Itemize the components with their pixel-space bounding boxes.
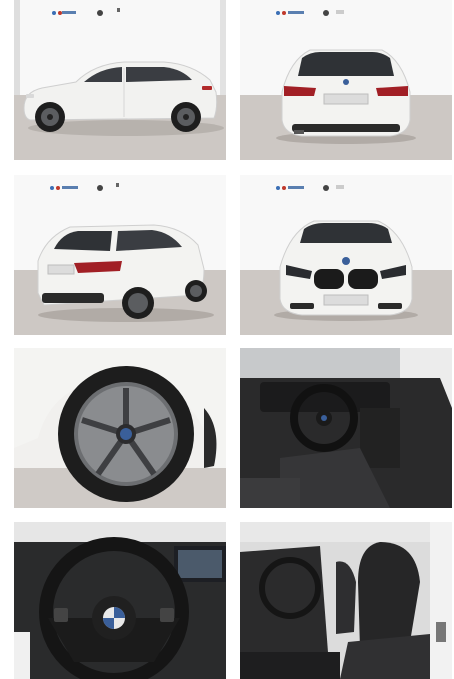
gallery-photo-steering-wheel[interactable] [14, 522, 226, 679]
gallery-photo-dashboard[interactable] [240, 348, 452, 508]
alloy-wheel-image [14, 348, 226, 508]
gallery-photo-front-view[interactable] [240, 175, 452, 335]
car-rear-image [240, 0, 452, 160]
car-front-image [240, 175, 452, 335]
gallery-photo-wheel[interactable] [14, 348, 226, 508]
steering-wheel-image [14, 522, 226, 679]
gallery-photo-rear-quarter-view[interactable] [14, 175, 226, 335]
front-seats-interior-image [240, 522, 452, 679]
photo-gallery [0, 0, 454, 679]
gallery-photo-front-seats[interactable] [240, 522, 452, 679]
dashboard-interior-image [240, 348, 452, 508]
gallery-photo-side-view[interactable] [14, 0, 226, 160]
car-side-image [14, 0, 226, 160]
car-rear-quarter-image [14, 175, 226, 335]
gallery-photo-rear-view[interactable] [240, 0, 452, 160]
